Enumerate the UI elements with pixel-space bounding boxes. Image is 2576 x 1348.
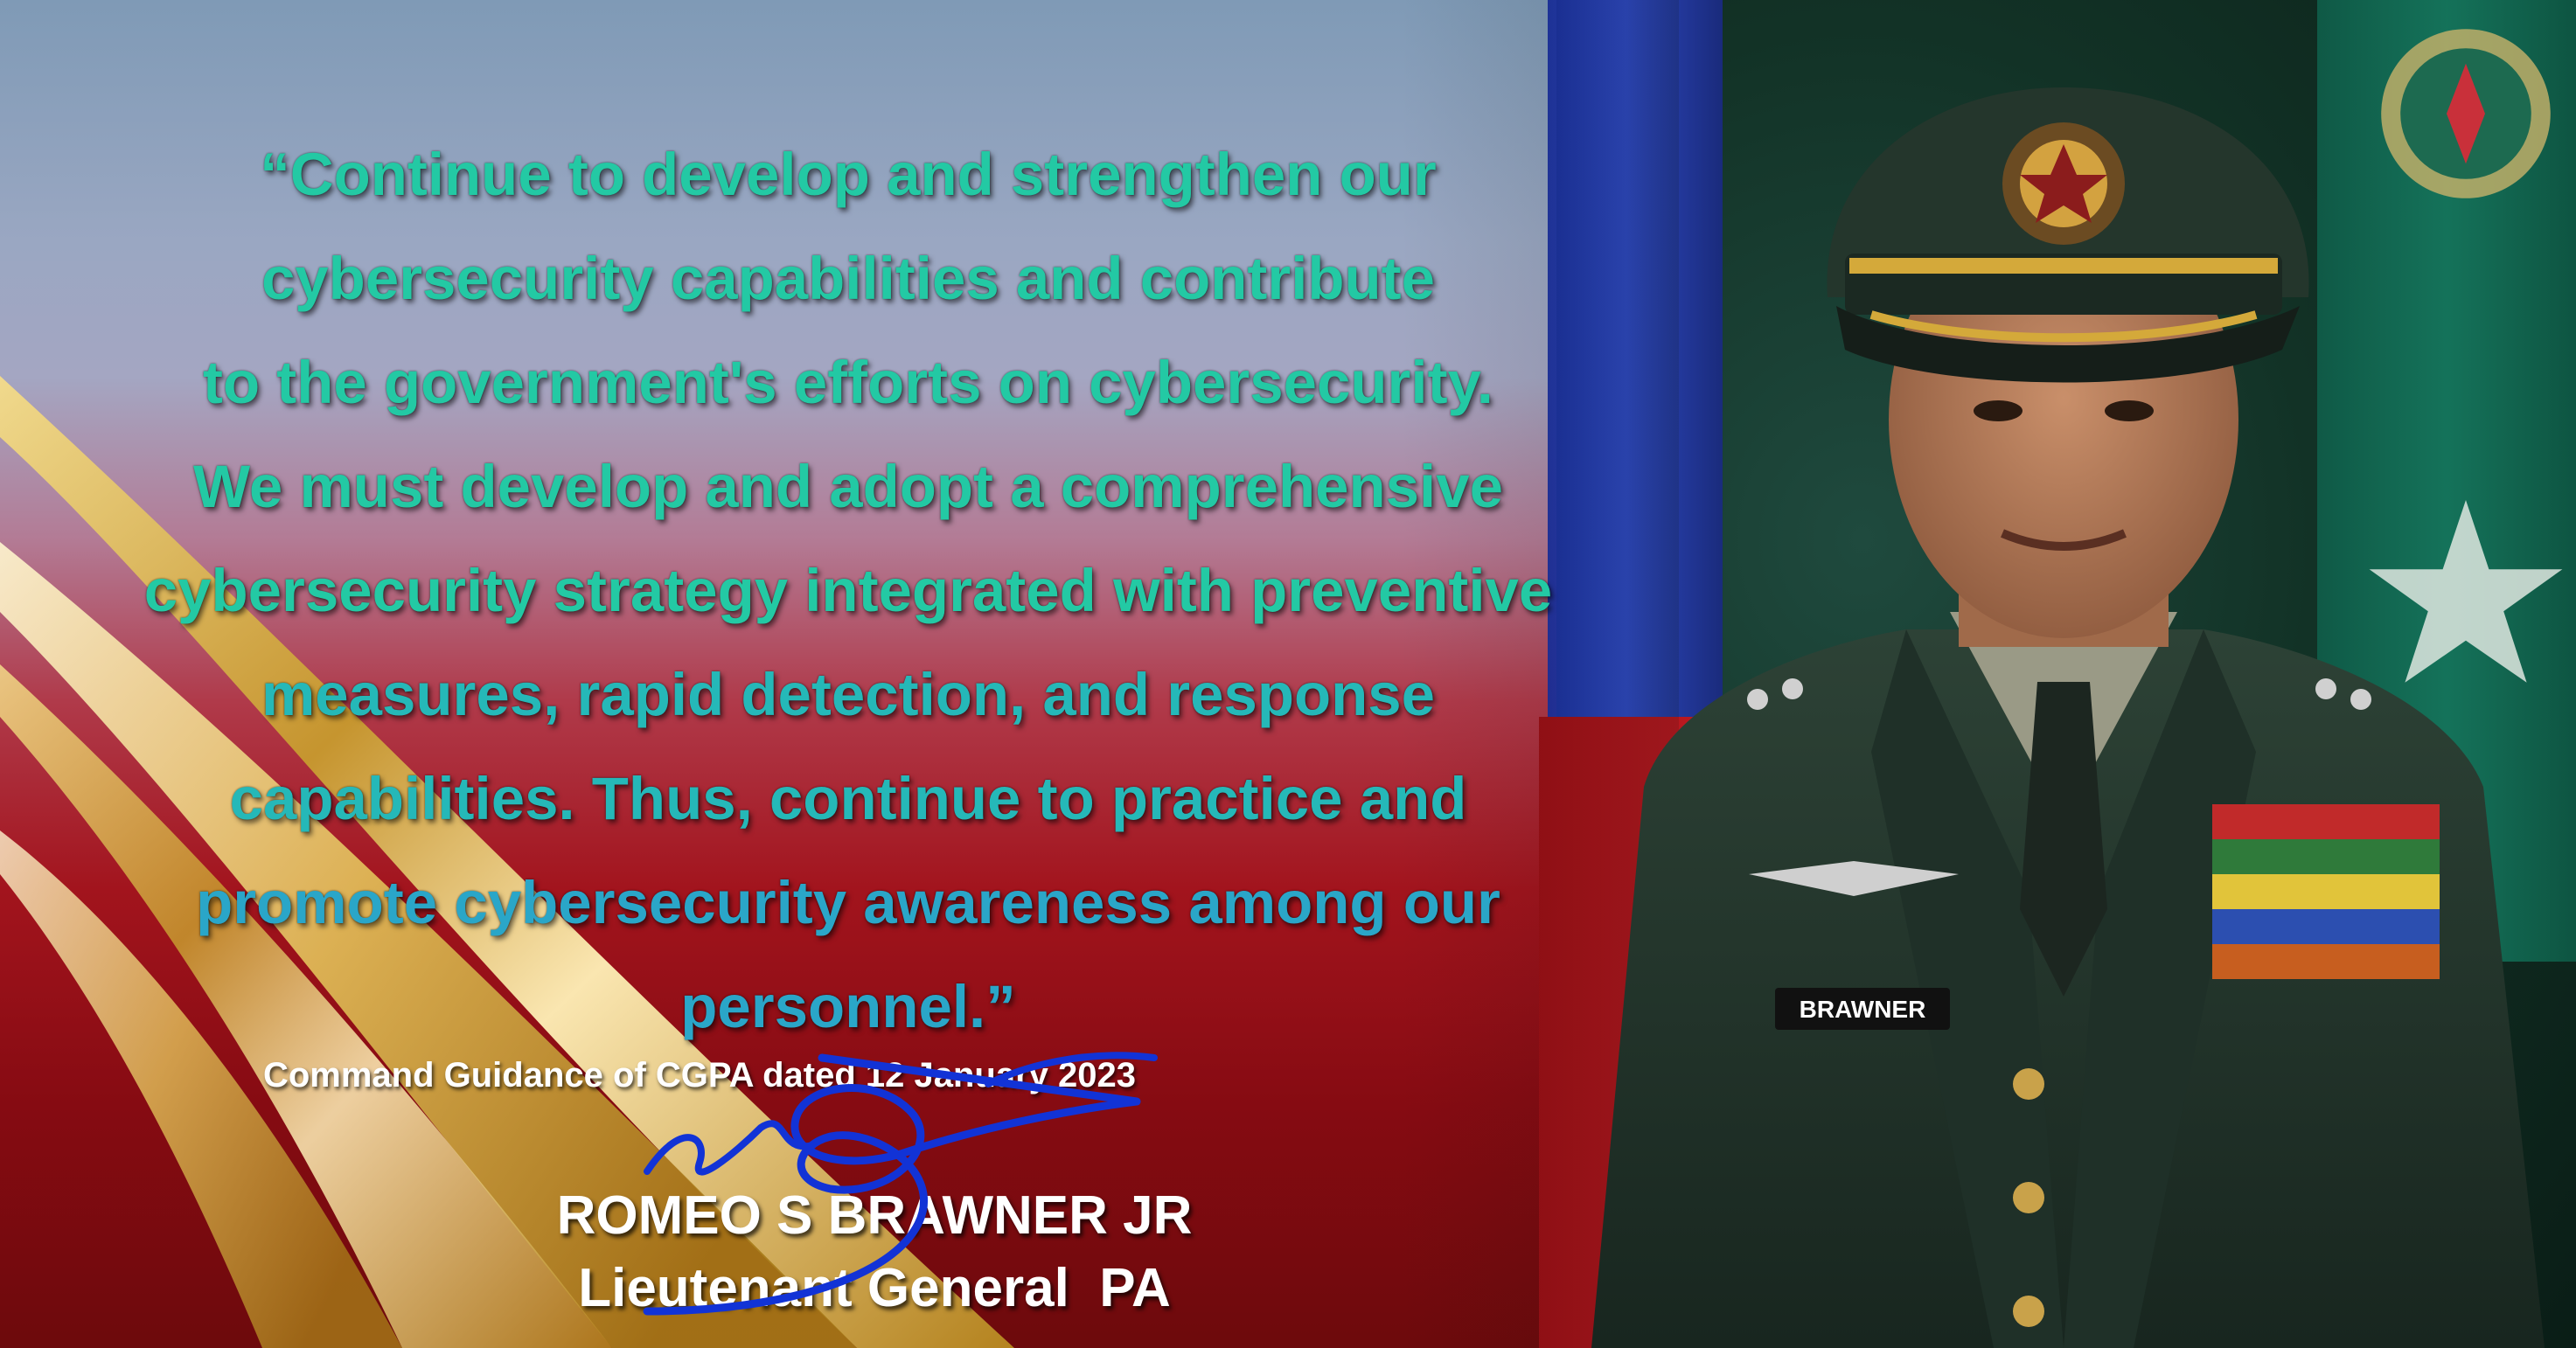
quote-line: We must develop and adopt a comprehensiv… (193, 453, 1503, 520)
quote-line: personnel.” (680, 973, 1016, 1040)
poster-canvas: BRAWNER “Continue to develop and strengt… (0, 0, 2576, 1348)
officer-portrait: BRAWNER (1591, 87, 2545, 1348)
quote-line: promote cybersecurity awareness among ou… (196, 869, 1500, 936)
quote-line: to the government's efforts on cybersecu… (203, 349, 1493, 416)
nameplate-text: BRAWNER (1800, 996, 1926, 1023)
quote-line: measures, rapid detection, and response (261, 661, 1436, 728)
signature-icon (643, 1052, 1158, 1316)
quote-block: “Continue to develop and strengthen our … (52, 122, 1644, 1059)
quote-line: capabilities. Thus, continue to practice… (229, 765, 1467, 832)
quote-line: “Continue to develop and strengthen our (260, 141, 1437, 208)
quote-line: cybersecurity strategy integrated with p… (143, 557, 1553, 624)
quote-line: cybersecurity capabilities and contribut… (261, 245, 1436, 312)
